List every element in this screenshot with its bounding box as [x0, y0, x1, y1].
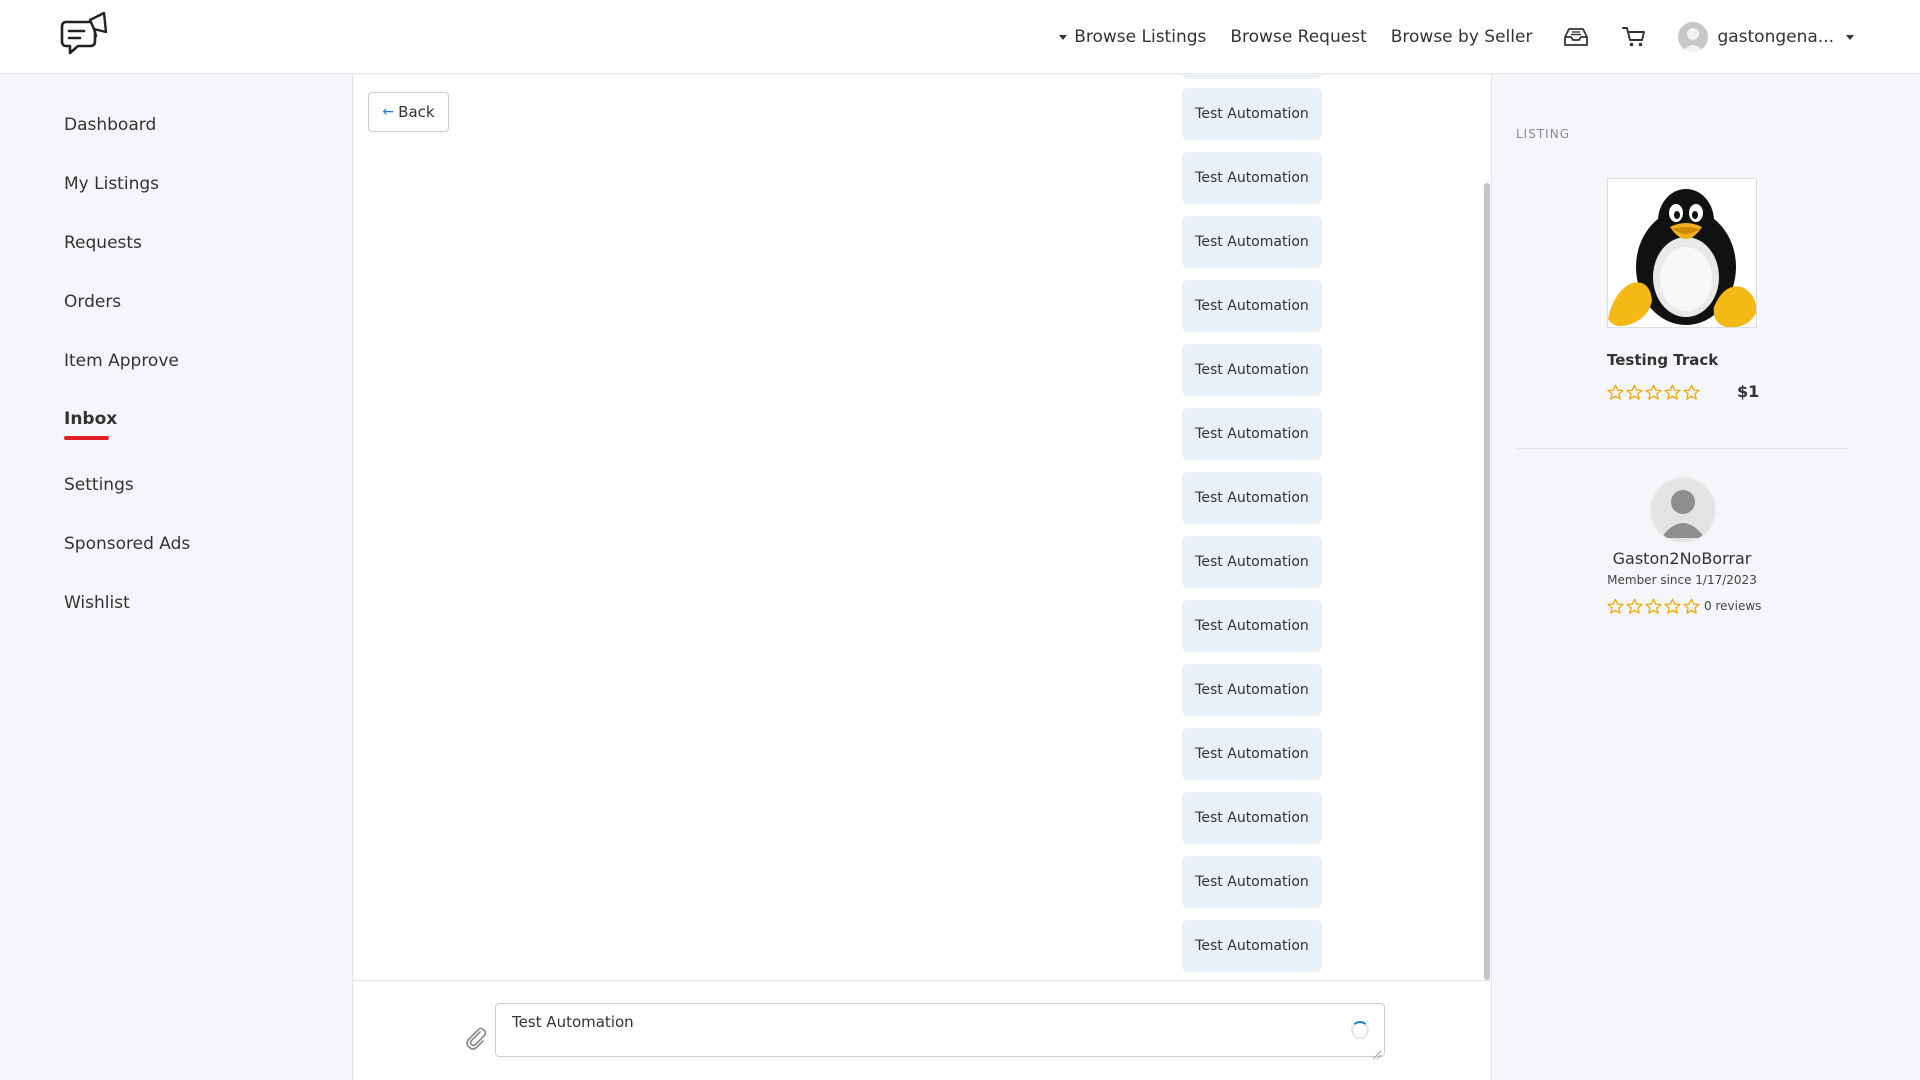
seller-name[interactable]: Gaston2NoBorrar: [1492, 549, 1872, 568]
top-header: Browse Listings Browse Request Browse by…: [0, 0, 1920, 74]
sidebar-item-orders[interactable]: Orders: [64, 292, 121, 312]
message-list[interactable]: Test Automation Test Automation Test Autom…: [353, 75, 1473, 980]
star-outline-icon: [1607, 384, 1624, 400]
message-bubble: Test Automation: [1182, 344, 1322, 396]
listing-title[interactable]: Testing Track: [1607, 351, 1718, 369]
star-outline-icon: [1626, 598, 1643, 614]
listing-section-label: LISTING: [1516, 127, 1570, 141]
sidebar-item-requests[interactable]: Requests: [64, 233, 142, 253]
username-label: gastongena...: [1717, 27, 1834, 47]
message-bubble: Test Automation: [1182, 216, 1322, 268]
chat-panel: Test Automation Test Automation Test Autom…: [352, 75, 1492, 1080]
message-bubble: Test Automation: [1182, 728, 1322, 780]
message-bubble: Test Automation: [1182, 664, 1322, 716]
resize-grip-icon[interactable]: [1372, 1045, 1382, 1060]
main-nav: Browse Listings Browse Request Browse by…: [1059, 0, 1854, 74]
message-bubble: Test Automation: [1182, 88, 1322, 140]
listing-rating: [1607, 384, 1702, 401]
star-outline-icon: [1664, 384, 1681, 400]
paperclip-icon[interactable]: [463, 1025, 489, 1051]
shopping-cart-icon[interactable]: [1620, 23, 1648, 51]
sidebar-item-wishlist[interactable]: Wishlist: [64, 593, 130, 613]
star-outline-icon: [1645, 384, 1662, 400]
browse-by-seller-link[interactable]: Browse by Seller: [1391, 27, 1533, 47]
message-bubble: Test Automation: [1182, 472, 1322, 524]
seller-avatar[interactable]: [1649, 476, 1717, 544]
message-bubble: Test Automation: [1182, 920, 1322, 972]
message-bubble: Test Automation: [1182, 280, 1322, 332]
browse-request-link[interactable]: Browse Request: [1230, 27, 1366, 47]
panel-divider: [1516, 448, 1848, 449]
star-outline-icon: [1683, 598, 1700, 614]
message-bubble: Test Automation: [1182, 536, 1322, 588]
sidebar-item-item-approve[interactable]: Item Approve: [64, 351, 179, 371]
member-since-text: Member since 1/17/2023: [1607, 573, 1757, 587]
star-outline-icon: [1664, 598, 1681, 614]
sidebar-item-sponsored-ads[interactable]: Sponsored Ads: [64, 534, 190, 554]
message-bubble: Test Automation: [1182, 600, 1322, 652]
message-input[interactable]: [495, 1003, 1385, 1057]
message-bubble: Test Automation: [1182, 152, 1322, 204]
inbox-tray-icon[interactable]: [1562, 23, 1590, 51]
sidebar-item-dashboard[interactable]: Dashboard: [64, 115, 156, 135]
star-outline-icon: [1683, 384, 1700, 400]
message-bubble: Test Automation: [1182, 792, 1322, 844]
megaphone-chat-logo-icon[interactable]: [60, 10, 112, 62]
browse-listings-menu[interactable]: Browse Listings: [1059, 27, 1206, 47]
star-outline-icon: [1607, 598, 1624, 614]
active-item-underline: [64, 436, 109, 440]
listing-details-panel: LISTING Testing Track $1 Gaston2NoBorrar…: [1492, 75, 1920, 1080]
sidebar-item-inbox[interactable]: Inbox: [64, 409, 117, 429]
message-composer: [353, 980, 1491, 1080]
listing-price: $1: [1737, 382, 1760, 401]
sidebar-item-settings[interactable]: Settings: [64, 475, 134, 495]
arrow-left-icon: ←: [382, 104, 395, 120]
star-outline-icon: [1645, 598, 1662, 614]
user-menu[interactable]: gastongena...: [1678, 22, 1854, 52]
caret-down-icon: [1846, 34, 1854, 40]
sidebar: Dashboard My Listings Requests Orders It…: [0, 75, 352, 1080]
back-button[interactable]: ← Back: [368, 92, 449, 132]
seller-rating: [1607, 598, 1702, 615]
penguin-image[interactable]: [1607, 178, 1757, 328]
browse-listings-label: Browse Listings: [1074, 27, 1207, 47]
message-bubble-partial: [1182, 75, 1322, 79]
message-bubble: Test Automation: [1182, 408, 1322, 460]
back-button-label: Back: [398, 103, 435, 121]
review-count[interactable]: 0 reviews: [1704, 599, 1761, 613]
user-avatar: [1678, 22, 1709, 52]
message-bubble: Test Automation: [1182, 856, 1322, 908]
caret-down-icon: [1059, 34, 1068, 40]
sidebar-item-my-listings[interactable]: My Listings: [64, 174, 159, 194]
scrollbar[interactable]: [1484, 183, 1490, 980]
loading-spinner-icon: [1351, 1021, 1369, 1039]
star-outline-icon: [1626, 384, 1643, 400]
